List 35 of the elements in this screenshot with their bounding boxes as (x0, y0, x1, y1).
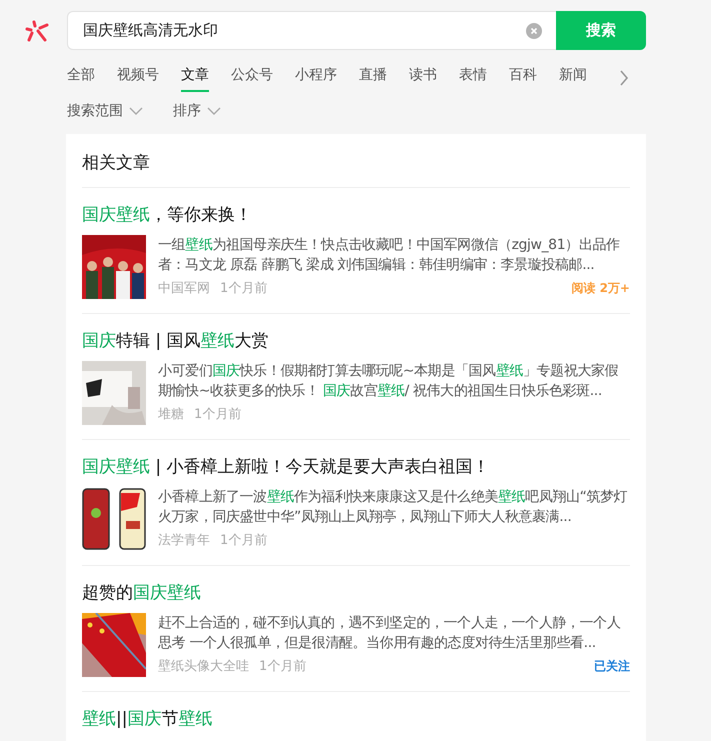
section-title: 相关文章 (82, 134, 630, 188)
tab[interactable]: 小程序 (295, 64, 337, 92)
tab[interactable]: 全部 (67, 64, 95, 92)
article-time: 1个月前 (220, 280, 268, 297)
article-title[interactable]: 国庆特辑 | 国风壁纸大赏 (82, 329, 269, 353)
filter-dropdown[interactable]: 排序 (173, 102, 221, 120)
article-title[interactable]: 国庆壁纸，等你来换！ (82, 203, 252, 227)
tab[interactable]: 百科 (509, 64, 537, 92)
article-title[interactable]: 国庆壁纸 | 小香樟上新啦！今天就是要大声表白祖国！ (82, 455, 490, 479)
filter-dropdown[interactable]: 搜索范围 (67, 102, 143, 120)
article-summary: 赶不上合适的，碰不到认真的，遇不到坚定的，一个人走，一个人静，一个人思考 一个人很孤单，但是很清醒。当你用有趣的态度对待生活里那些看... (158, 614, 622, 653)
logo-icon (25, 18, 49, 42)
tab[interactable]: 新闻 (559, 64, 587, 92)
article-summary: 一组壁纸为祖国母亲庆生！快点击收藏吧！中国军网微信（zgjw_81）出品作者：马文龙 原磊 薛鹏飞 梁成 刘伟国编辑：韩佳明编审：李景璇投稿邮... (158, 236, 621, 275)
caret-down-icon (129, 107, 143, 115)
tab[interactable]: 读书 (409, 64, 437, 92)
tab[interactable]: 直播 (359, 64, 387, 92)
article-title[interactable]: 超赞的国庆壁纸 (82, 581, 201, 605)
tab[interactable]: 公众号 (231, 64, 273, 92)
search-text: 国庆壁纸高清无水印 (83, 21, 219, 40)
article-title[interactable]: 壁纸||国庆节壁纸 (82, 707, 212, 731)
article-time: 1个月前 (259, 658, 306, 675)
tab[interactable]: 文章 (181, 64, 209, 92)
tab[interactable]: 视频号 (117, 64, 159, 92)
article-summary: 小香樟上新了一波壁纸作为福利快来康康这又是什么绝美壁纸吧凤翔山“筑梦灯火万家，同庆盛世中华”凤翔山上凤翔亭，凤翔山下师大人秋意裹满... (158, 488, 628, 527)
article-time: 1个月前 (220, 532, 268, 549)
clear-icon[interactable] (526, 22, 542, 38)
caret-down-icon (207, 107, 221, 115)
tab[interactable]: 表情 (459, 64, 487, 92)
article-time: 1个月前 (194, 406, 242, 423)
search-field[interactable]: 国庆壁纸高清无水印 (67, 11, 556, 50)
followed-label: 已关注 (594, 658, 630, 674)
article-summary: 小可爱们国庆快乐！假期都打算去哪玩呢~本期是「国风壁纸」专题祝大家假期愉快~收获更多的快乐！ 国庆故宫壁纸/ 祝伟大的祖国生日快乐色彩斑... (158, 362, 620, 401)
read-count: 阅读 2万+ (571, 280, 630, 296)
chevron-right-icon[interactable] (619, 70, 629, 86)
